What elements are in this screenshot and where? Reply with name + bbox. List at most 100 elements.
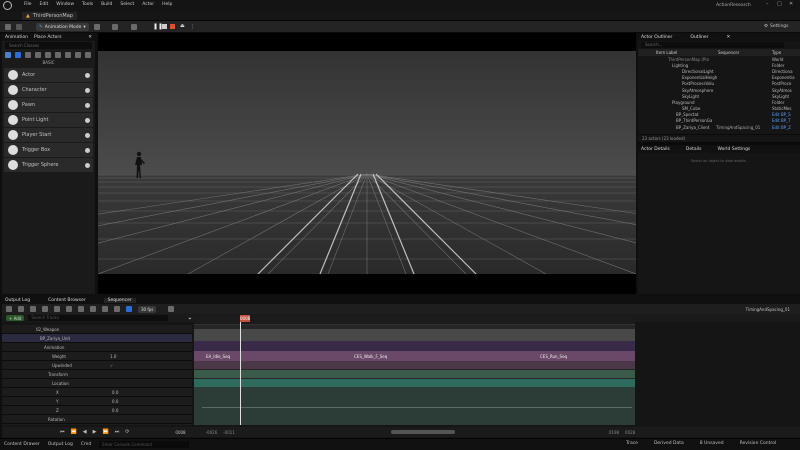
derived-data-button[interactable]: Derived Data <box>654 441 684 446</box>
close-button[interactable]: ✕ <box>789 1 793 7</box>
col-type[interactable]: Type <box>772 50 781 55</box>
lights-category-icon[interactable] <box>25 51 31 58</box>
eject-icon[interactable]: ⏏ <box>180 23 185 29</box>
track-search-input[interactable]: Search Tracks <box>28 315 169 321</box>
jump-to-end-icon[interactable]: ⏭ <box>115 429 120 435</box>
transform-icon[interactable] <box>102 306 108 312</box>
menu-file[interactable]: File <box>24 2 32 7</box>
range-end[interactable]: -0011 <box>223 430 235 435</box>
filter-icon[interactable]: ⏷ <box>188 316 191 321</box>
recent-category-icon[interactable] <box>5 51 11 58</box>
shapes-category-icon[interactable] <box>35 51 41 58</box>
step-back-icon[interactable]: ⏪ <box>71 429 77 435</box>
actor-item-point-light[interactable]: Point Light <box>4 113 93 127</box>
playhead-line[interactable] <box>240 315 241 425</box>
sequence-find-icon[interactable] <box>18 306 24 312</box>
edit-icon[interactable] <box>114 306 120 312</box>
trace-button[interactable]: Trace <box>626 441 638 446</box>
snap-toggle-icon[interactable] <box>126 306 132 312</box>
actor-item-character[interactable]: Character <box>4 83 93 97</box>
camera-icon[interactable] <box>42 306 48 312</box>
close-tab-icon[interactable]: ✕ <box>88 35 92 40</box>
level-viewport[interactable] <box>98 33 636 294</box>
console-input[interactable]: Enter Console Command <box>99 441 190 448</box>
help-icon[interactable] <box>85 72 90 78</box>
track-value[interactable]: 0.0 <box>112 408 118 413</box>
settings-button[interactable]: ⚙ Settings <box>764 24 789 29</box>
playback-options-icon[interactable] <box>168 306 175 312</box>
fps-dropdown[interactable]: 30 fps <box>138 305 157 313</box>
unreal-logo-icon[interactable] <box>3 1 12 10</box>
checkbox-icon[interactable]: ✓ <box>110 363 113 368</box>
close-tab-icon[interactable]: ✕ <box>727 35 731 40</box>
help-icon[interactable] <box>85 117 90 123</box>
tab-details[interactable]: Details <box>686 147 702 152</box>
help-icon[interactable] <box>85 87 90 93</box>
cmd-dropdown[interactable]: Cmd <box>81 442 91 447</box>
actor-item-trigger-box[interactable]: Trigger Box <box>4 143 93 157</box>
range-right-b[interactable]: 0028 <box>625 430 635 435</box>
step-icon[interactable] <box>162 24 167 29</box>
timeline-area[interactable]: EA_Idle_Seq CES_Walk_F_Seq CES_Run_Seq 0… <box>194 315 635 425</box>
output-log-button[interactable]: Output Log <box>48 442 73 447</box>
col-item-label[interactable]: Item Label <box>656 50 718 55</box>
actor-item-player-start[interactable]: Player Start <box>4 128 93 142</box>
track-row[interactable]: X 0.0 <box>2 388 192 397</box>
actor-item-pawn[interactable]: Pawn <box>4 98 93 112</box>
track-row[interactable]: Upwinded ✓ <box>2 361 192 370</box>
col-sequencer[interactable]: Sequencer <box>718 50 772 55</box>
snap-icon[interactable] <box>90 306 96 312</box>
jump-to-start-icon[interactable]: ⏮ <box>60 429 65 435</box>
track-value[interactable]: 0.0 <box>112 399 118 404</box>
sequence-save-icon[interactable] <box>6 306 12 312</box>
row-type[interactable]: Edit BP_S <box>772 112 791 117</box>
cinematics-icon[interactable] <box>131 24 137 30</box>
add-track-button[interactable]: + Add <box>6 315 25 321</box>
location-track[interactable] <box>194 387 635 425</box>
play-icon[interactable]: ▶ <box>93 429 97 435</box>
playhead-marker[interactable]: 0008 <box>240 315 250 322</box>
menu-edit[interactable]: Edit <box>40 2 49 7</box>
loop-icon[interactable]: ⟳ <box>125 429 129 435</box>
animation-track[interactable]: EA_Idle_Seq CES_Walk_F_Seq CES_Run_Seq <box>194 351 635 361</box>
outliner-search-input[interactable]: Search... <box>641 42 784 48</box>
menu-actor[interactable]: Actor <box>142 2 154 7</box>
upwinded-track[interactable] <box>194 370 635 378</box>
time-ruler[interactable] <box>194 315 635 325</box>
menu-select[interactable]: Select <box>120 2 134 7</box>
weight-track[interactable] <box>194 361 635 369</box>
transform-track[interactable] <box>194 379 635 387</box>
curve-icon[interactable] <box>66 306 72 312</box>
track-value[interactable]: 1.0 <box>110 354 116 359</box>
more-options-icon[interactable]: ⋮ <box>190 24 195 30</box>
step-forward-icon[interactable]: ⏩ <box>102 429 108 435</box>
track-row[interactable]: Animation <box>2 343 192 352</box>
track-row[interactable]: Y 0.0 <box>2 397 192 406</box>
track-value[interactable]: 0.0 <box>112 390 118 395</box>
row-type[interactable]: Edit BP_T <box>772 118 791 123</box>
tab-animation[interactable]: Animation <box>5 35 28 40</box>
range-start[interactable]: -0026 <box>206 430 218 435</box>
tab-actor-outliner[interactable]: Actor Outliner <box>641 35 672 40</box>
track-row[interactable]: Transform <box>2 370 192 379</box>
mode-dropdown[interactable]: ✎ Animation Mode ▾ <box>36 23 89 31</box>
save-icon[interactable] <box>5 24 11 30</box>
clip-walk[interactable]: CES_Walk_F_Seq <box>354 354 387 359</box>
all-classes-category-icon[interactable] <box>85 51 91 58</box>
help-icon[interactable] <box>85 162 90 168</box>
volumes-category-icon[interactable] <box>75 51 81 58</box>
track-row[interactable]: Rotation <box>2 415 192 424</box>
tab-sequencer[interactable]: Sequencer <box>103 297 136 303</box>
play-reverse-icon[interactable]: ◀ <box>83 429 87 435</box>
tab-place-actors[interactable]: Place Actors <box>34 35 62 40</box>
tab-world-settings[interactable]: World Settings <box>717 147 750 152</box>
help-icon[interactable] <box>85 147 90 153</box>
add-actor-icon[interactable] <box>94 24 100 30</box>
track-row[interactable]: BP_Zariya_Unit <box>2 334 192 343</box>
menu-help[interactable]: Help <box>162 2 172 7</box>
track-row[interactable]: Weight 1.0 <box>2 352 192 361</box>
visual-effects-category-icon[interactable] <box>55 51 61 58</box>
unsaved-button[interactable]: 8 Unsaved <box>700 441 724 446</box>
track-row[interactable]: Location <box>2 379 192 388</box>
geometry-category-icon[interactable] <box>65 51 71 58</box>
